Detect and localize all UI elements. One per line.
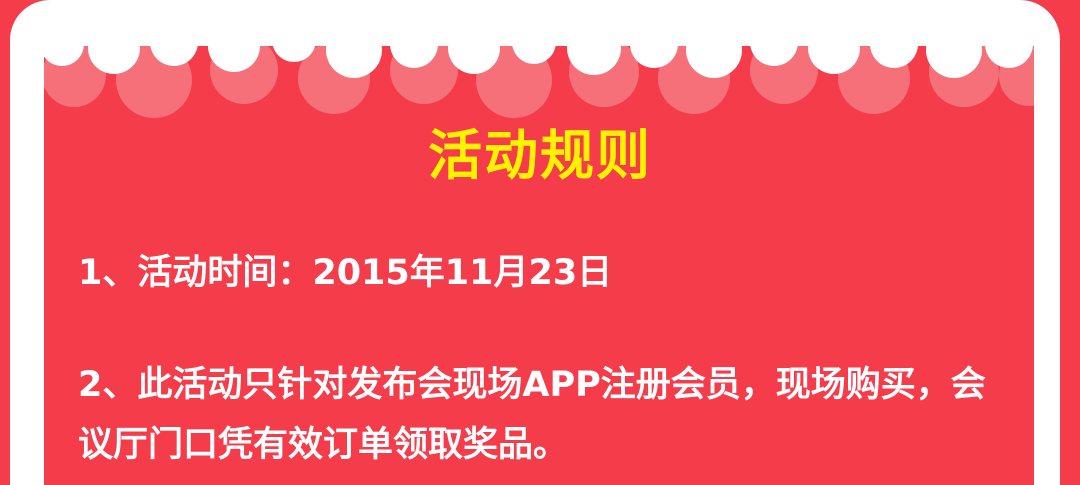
page-title: 活动规则 [428, 124, 652, 187]
cloud-decoration [44, 40, 1034, 118]
rule-item-time: 1、活动时间：2015年11月23日 [78, 253, 613, 293]
rule-item-eligibility: 2、此活动只针对发布会现场APP注册会员，现场购买，会议厅门口凭有效订单领取奖品… [78, 365, 986, 465]
activity-rules-banner: 活动规则 1、活动时间：2015年11月23日 2、此活动只针对发布会现场APP… [0, 0, 1080, 485]
